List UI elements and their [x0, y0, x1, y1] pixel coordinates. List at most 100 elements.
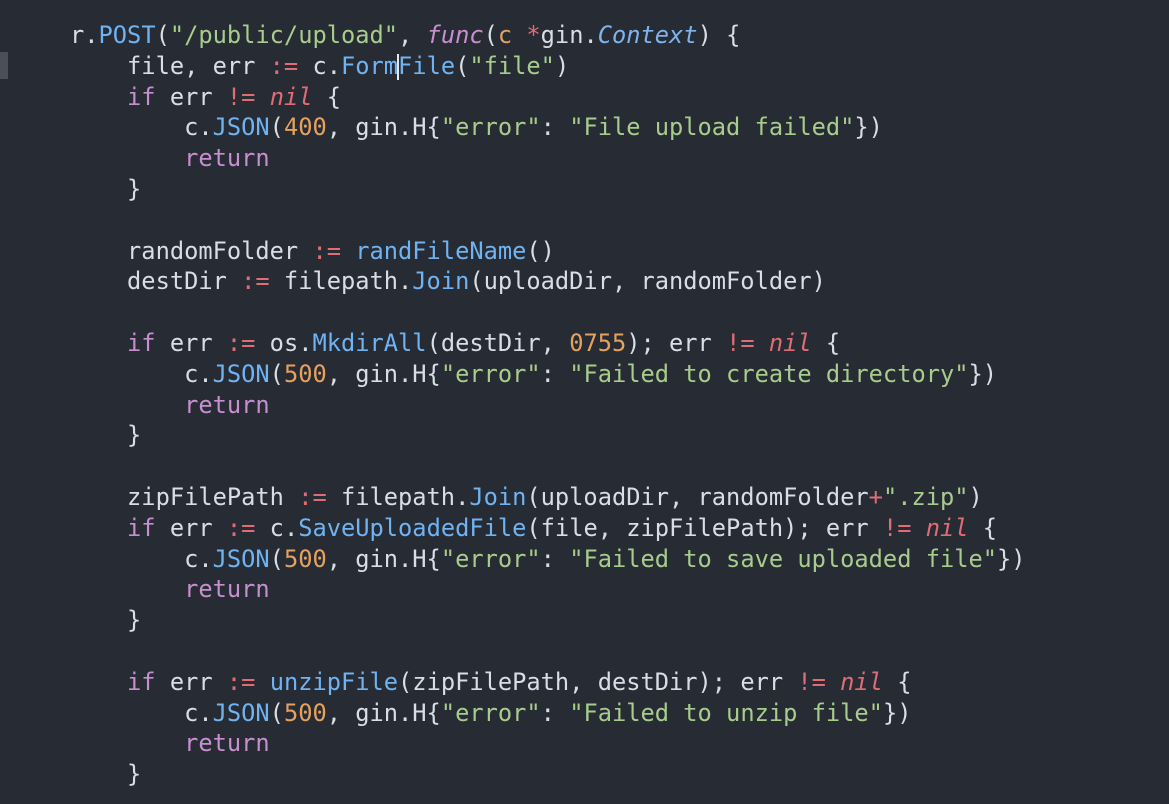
code-token: JSON [212, 698, 270, 727]
code-token: Join [412, 267, 470, 296]
code-token: Join [469, 482, 527, 511]
code-token: File [398, 51, 456, 80]
code-token: (file, zipFilePath); err [526, 513, 883, 542]
code-token: := [226, 328, 256, 357]
code-token: ) { [697, 21, 741, 49]
code-line[interactable]: } [70, 605, 1026, 636]
code-line[interactable] [70, 297, 1026, 328]
code-editor[interactable]: r.POST("/public/upload", func(c *gin.Con… [0, 0, 1169, 804]
code-token: . [583, 21, 598, 49]
code-token: 500 [283, 359, 327, 388]
code-token: 500 [283, 698, 327, 727]
code-token: : [540, 698, 570, 727]
code-token: ( [269, 698, 284, 727]
code-token: destDir [127, 267, 242, 296]
code-token: , gin.H{ [326, 544, 441, 573]
code-token: "error" [440, 544, 541, 573]
code-token: JSON [212, 544, 270, 573]
code-line[interactable] [70, 205, 1026, 236]
code-line[interactable]: randomFolder := randFileName() [70, 236, 1026, 267]
code-token: := [312, 236, 341, 265]
code-token: "/public/upload" [169, 21, 399, 49]
code-token: nil [925, 513, 969, 542]
code-token: err [155, 82, 227, 111]
current-line-marker [0, 52, 8, 79]
code-token: os. [255, 328, 313, 357]
code-token: , gin.H{ [326, 113, 441, 142]
code-token: : [540, 544, 570, 573]
code-line[interactable]: if err != nil { [70, 82, 1026, 113]
code-line[interactable]: if err := unzipFile(zipFilePath, destDir… [70, 667, 1026, 698]
code-token: := [241, 267, 270, 296]
code-line[interactable]: destDir := filepath.Join(uploadDir, rand… [70, 266, 1026, 297]
code-token: } [127, 606, 142, 635]
code-token: { [811, 328, 841, 357]
code-token: () [526, 236, 555, 265]
code-line[interactable] [70, 636, 1026, 667]
code-line[interactable]: c.JSON(500, gin.H{"error": "Failed to cr… [70, 359, 1026, 390]
code-line[interactable]: } [70, 759, 1026, 790]
code-line[interactable]: return [70, 143, 1026, 174]
code-token: nil [768, 328, 812, 357]
code-token: != [726, 328, 755, 357]
code-line[interactable]: r.POST("/public/upload", func(c *gin.Con… [70, 20, 1026, 51]
code-token: filepath. [326, 482, 470, 511]
code-line[interactable]: } [70, 174, 1026, 205]
code-token: (uploadDir, randomFolder) [469, 267, 826, 296]
code-token: ( [483, 21, 498, 49]
code-token: ); err [626, 328, 727, 357]
code-token: unzipFile [269, 667, 399, 696]
code-token: c. [184, 544, 213, 573]
code-line[interactable]: c.JSON(400, gin.H{"error": "File upload … [70, 112, 1026, 143]
code-line[interactable]: return [70, 574, 1026, 605]
code-token: err [155, 328, 227, 357]
code-line[interactable]: if err := c.SaveUploadedFile(file, zipFi… [70, 513, 1026, 544]
code-token: MkdirAll [312, 328, 427, 357]
code-line[interactable] [70, 451, 1026, 482]
code-token: (destDir, [426, 328, 570, 357]
code-token: , gin.H{ [326, 698, 441, 727]
code-line[interactable]: c.JSON(500, gin.H{"error": "Failed to sa… [70, 544, 1025, 575]
code-line[interactable]: file, err := c.FormFile("file") [70, 51, 1026, 82]
code-token: filepath. [269, 267, 413, 296]
code-token: : [540, 359, 570, 388]
code-token: gin [540, 21, 584, 49]
code-token: POST [98, 21, 156, 49]
code-token: != [226, 82, 256, 111]
code-token: . [84, 21, 99, 49]
code-token: * [526, 21, 541, 49]
code-area[interactable]: r.POST("/public/upload", func(c *gin.Con… [70, 20, 1026, 790]
code-line[interactable]: zipFilePath := filepath.Join(uploadDir, … [70, 482, 1026, 513]
code-token: JSON [212, 359, 270, 388]
code-token: if [127, 82, 156, 111]
code-token: nil [269, 82, 313, 111]
code-token: c [497, 21, 513, 49]
code-token: ( [269, 544, 284, 573]
code-line[interactable]: c.JSON(500, gin.H{"error": "Failed to un… [70, 698, 1026, 729]
code-token: { [882, 667, 912, 696]
code-token: SaveUploadedFile [298, 513, 527, 542]
code-token: func [426, 21, 484, 49]
code-token: file, err [127, 51, 270, 80]
code-token: , gin.H{ [326, 359, 441, 388]
code-token: "Failed to save uploaded file" [569, 544, 998, 573]
code-token: := [269, 51, 299, 80]
code-token: (uploadDir, randomFolder [526, 482, 869, 511]
code-line[interactable]: return [70, 728, 1026, 759]
code-line[interactable]: if err := os.MkdirAll(destDir, 0755); er… [70, 328, 1026, 359]
code-line[interactable]: } [70, 420, 1026, 451]
code-token: c. [255, 513, 299, 542]
code-token: c. [298, 51, 341, 80]
code-line[interactable]: return [70, 390, 1026, 421]
